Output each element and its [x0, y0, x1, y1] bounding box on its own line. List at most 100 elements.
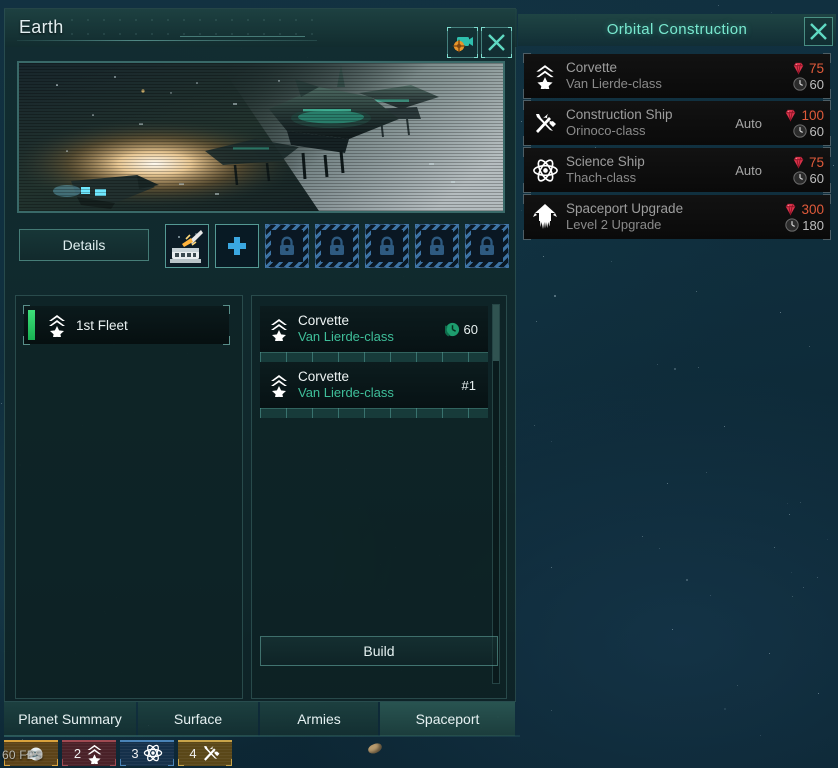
- tools-icon: [536, 113, 556, 133]
- tools-icon: [203, 745, 220, 761]
- build-time: 60: [809, 123, 824, 139]
- fleet-list-panel: 1st Fleet: [15, 295, 243, 699]
- locked-slot-5[interactable]: [465, 224, 509, 268]
- locked-slot-3[interactable]: [365, 224, 409, 268]
- lock-icon: [480, 236, 494, 255]
- build-list-scrollbar[interactable]: [492, 304, 500, 684]
- clock-icon: [792, 124, 807, 138]
- ship-build-panel: Corvette Van Lierde-class 60 Corvette Va…: [251, 295, 507, 699]
- minerals-icon: [793, 156, 804, 168]
- build-time: 60: [809, 76, 824, 92]
- corvette-rank-icon: [49, 315, 65, 337]
- build-queue-item-1[interactable]: Corvette Van Lierde-class 60: [260, 306, 488, 352]
- mineral-cost: 75: [808, 154, 824, 170]
- locked-slot-4[interactable]: [415, 224, 459, 268]
- construction-option-construction-ship[interactable]: Construction Ship Orinoco-class Auto 100…: [523, 100, 831, 146]
- build-progress-bar-1: [260, 352, 488, 362]
- construction-option-science-ship[interactable]: Science Ship Thach-class Auto 75 60: [523, 147, 831, 193]
- list-item[interactable]: 1st Fleet: [23, 305, 230, 345]
- planet-colony-icon: [26, 747, 43, 761]
- clock-icon: [792, 77, 807, 91]
- ship-class: Van Lierde-class: [298, 329, 394, 344]
- auto-label: Auto: [735, 162, 762, 178]
- planet-image-frame: [17, 61, 505, 213]
- atom-icon: [532, 158, 558, 182]
- tab-planet-summary[interactable]: Planet Summary: [4, 702, 136, 736]
- close-x-icon[interactable]: [481, 27, 512, 58]
- ship-class: Van Lierde-class: [298, 385, 394, 400]
- lock-icon: [330, 236, 344, 255]
- spaceport-upgrade-icon: [533, 204, 557, 229]
- header-hex-pattern: [65, 13, 325, 43]
- chip-number: 4: [189, 745, 197, 761]
- ship-name: Corvette: [298, 313, 350, 328]
- close-glyph: [810, 23, 827, 40]
- option-name: Science Ship: [566, 154, 645, 169]
- construction-option-corvette[interactable]: Corvette Van Lierde-class 75 60: [523, 53, 831, 99]
- option-subtitle: Thach-class: [566, 170, 637, 185]
- queue-order: #1: [461, 377, 476, 393]
- chip-number: 3: [131, 745, 139, 761]
- build-queue-item-2[interactable]: Corvette Van Lierde-class #1: [260, 362, 488, 408]
- chip-number: 2: [73, 745, 82, 761]
- tab-armies[interactable]: Armies: [260, 702, 378, 736]
- scrollbar-thumb[interactable]: [493, 305, 499, 361]
- orbital-construction-title: Orbital Construction: [606, 21, 748, 38]
- bottom-tab-bar: Planet Summary Surface Armies Spaceport: [4, 702, 520, 736]
- corvette-rank-icon: [87, 744, 102, 764]
- ship-name: Corvette: [298, 369, 350, 384]
- atom-icon: [143, 744, 162, 762]
- orbital-construction-panel: Orbital Construction Corvette Van Lierde…: [518, 10, 836, 704]
- corvette-rank-icon: [271, 375, 287, 397]
- fleet-name: 1st Fleet: [76, 317, 128, 333]
- close-glyph: [488, 34, 505, 51]
- corvette-rank-icon: [536, 65, 554, 89]
- status-chip-science[interactable]: 3: [120, 740, 174, 766]
- window-header: [5, 9, 517, 47]
- build-time: 60: [809, 170, 824, 186]
- planet-window: Earth Details 1st Fleet Corvette Van Lie…: [4, 8, 517, 702]
- build-button[interactable]: Build: [260, 636, 498, 666]
- clock-icon: [785, 218, 799, 232]
- option-name: Construction Ship: [566, 107, 673, 122]
- locked-slot-2[interactable]: [315, 224, 359, 268]
- option-subtitle: Level 2 Upgrade: [566, 217, 662, 232]
- build-time: 180: [802, 217, 824, 233]
- orbital-construction-header: Orbital Construction: [518, 14, 836, 46]
- building-slot-missile-launcher[interactable]: [165, 224, 209, 268]
- fleet-health-bar: [28, 310, 35, 340]
- auto-label: Auto: [735, 115, 762, 131]
- locked-slot-1[interactable]: [265, 224, 309, 268]
- add-building-button[interactable]: [215, 224, 259, 268]
- clock-icon: [792, 171, 807, 185]
- header-divider-secondary: [180, 36, 305, 37]
- option-subtitle: Orinoco-class: [566, 123, 646, 138]
- lock-icon: [430, 236, 444, 255]
- tab-spaceport[interactable]: Spaceport: [380, 702, 515, 736]
- tab-underline: [4, 735, 520, 737]
- corvette-rank-icon: [271, 319, 287, 341]
- mineral-cost: 100: [801, 107, 824, 123]
- minerals-icon: [793, 62, 804, 74]
- mineral-cost: 75: [808, 60, 824, 76]
- build-progress-bar-2: [260, 408, 488, 418]
- status-chip-construction[interactable]: 4: [178, 740, 232, 766]
- minerals-icon: [786, 203, 796, 215]
- page-title: Earth: [19, 17, 64, 37]
- mineral-cost: 300: [801, 201, 824, 217]
- build-time: 60: [463, 321, 478, 337]
- minerals-icon: [786, 109, 796, 121]
- close-x-icon[interactable]: [804, 17, 833, 46]
- clock-green-icon: [444, 322, 459, 336]
- header-divider: [17, 40, 317, 41]
- option-name: Corvette: [566, 60, 618, 75]
- tab-surface[interactable]: Surface: [138, 702, 258, 736]
- camera-glyph: [452, 37, 473, 53]
- missile-launcher-icon: [166, 225, 208, 267]
- camera-crosshair-icon[interactable]: [447, 27, 478, 58]
- status-chip-colony[interactable]: [4, 740, 58, 766]
- details-button[interactable]: Details: [19, 229, 149, 261]
- status-chip-fleets[interactable]: 2: [62, 740, 116, 766]
- construction-option-spaceport-upgrade[interactable]: Spaceport Upgrade Level 2 Upgrade 300 18…: [523, 194, 831, 240]
- plus-icon: [216, 225, 258, 267]
